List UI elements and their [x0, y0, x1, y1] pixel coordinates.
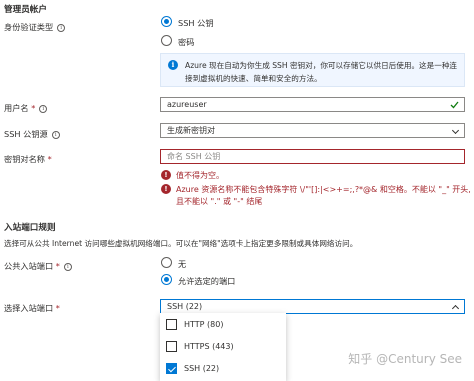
info-icon[interactable]: i [39, 104, 48, 113]
ports-dropdown-list: HTTP (80) HTTPS (443) SSH (22) [160, 313, 286, 381]
info-icon[interactable]: i [63, 262, 72, 271]
auth-type-label: 身份验证类型 i [4, 21, 66, 33]
ssh-key-source-value: 生成新密钥对 [167, 126, 215, 135]
error-message-empty: 值不得为空。 [176, 171, 224, 180]
ssh-key-source-label: SSH 公钥源 i [4, 128, 60, 140]
section-title-admin-account: 管理员帐户 [4, 5, 47, 15]
auth-type-label-text: 身份验证类型 [4, 22, 54, 32]
radio-button-icon[interactable] [161, 274, 172, 285]
required-asterisk: * [55, 261, 60, 271]
port-option-label: HTTPS (443) [184, 342, 234, 351]
info-message-line1: Azure 现在自动为你生成 SSH 密钥对，你可以存储它以供日后使用。这是一种… [185, 61, 458, 70]
username-input[interactable]: azureuser [160, 97, 465, 112]
username-value: azureuser [167, 100, 207, 109]
port-option-ssh[interactable]: SSH (22) [160, 358, 286, 381]
key-pair-name-label-text: 密钥对名称 [4, 154, 45, 164]
key-pair-name-placeholder: 命名 SSH 公钥 [167, 152, 221, 161]
info-message-box: i Azure 现在自动为你生成 SSH 密钥对，你可以存储它以供日后使用。这是… [160, 53, 465, 87]
checkbox-icon[interactable] [166, 319, 177, 330]
info-icon[interactable]: i [57, 23, 66, 32]
error-icon: ! [161, 170, 171, 180]
inbound-description: 选择可从公共 Internet 访问哪些虚拟机网络端口。可以在"网络"选项卡上指… [4, 239, 358, 248]
public-ports-label-text: 公共入站端口 [4, 261, 54, 271]
valid-check-icon [450, 101, 459, 109]
select-ports-label: 选择入站端口 * [4, 302, 60, 314]
radio-button-icon[interactable] [161, 35, 172, 46]
required-asterisk: * [47, 154, 52, 164]
info-filled-icon: i [168, 60, 178, 70]
chevron-down-icon [451, 126, 460, 135]
required-asterisk: * [55, 303, 60, 313]
radio-ssh-label: SSH 公钥 [178, 18, 214, 28]
port-option-https[interactable]: HTTPS (443) [160, 336, 286, 358]
radio-button-icon[interactable] [161, 16, 172, 27]
section-title-inbound-rules: 入站端口规则 [4, 223, 56, 233]
select-ports-value: SSH (22) [167, 302, 203, 311]
error-message-invalid-chars-cont: 且不能以 "." 或 "-" 结尾 [176, 197, 263, 206]
chevron-up-icon [451, 304, 460, 313]
checkbox-icon[interactable] [166, 341, 177, 352]
info-message-line2: 接到虚拟机的快速、简单和安全的方法。 [185, 74, 322, 83]
select-ports-label-text: 选择入站端口 [4, 303, 54, 313]
username-label-text: 用户名 [4, 103, 29, 113]
info-icon[interactable]: i [51, 130, 60, 139]
required-asterisk: * [31, 103, 36, 113]
watermark-text: 知乎 @Century See [348, 352, 462, 366]
checkbox-checked-icon[interactable] [166, 363, 177, 374]
public-ports-label: 公共入站端口 * i [4, 260, 72, 272]
key-pair-name-input[interactable]: 命名 SSH 公钥 [160, 149, 465, 164]
select-ports-dropdown[interactable]: SSH (22) [160, 299, 465, 314]
radio-password-label: 密码 [178, 37, 195, 47]
radio-none-label: 无 [178, 259, 187, 269]
key-pair-name-label: 密钥对名称 * [4, 153, 52, 165]
error-icon: ! [161, 184, 171, 194]
port-option-http[interactable]: HTTP (80) [160, 313, 286, 336]
ssh-key-source-label-text: SSH 公钥源 [4, 129, 48, 139]
error-message-invalid-chars: Azure 资源名称不能包含特殊字符 \/"'[]:|<>+=;,?*@& 和空… [176, 185, 471, 194]
ssh-key-source-select[interactable]: 生成新密钥对 [160, 123, 465, 138]
port-option-label: SSH (22) [184, 364, 220, 373]
port-option-label: HTTP (80) [184, 320, 224, 329]
username-label: 用户名 * i [4, 102, 48, 114]
radio-allow-selected-label: 允许选定的端口 [178, 276, 236, 286]
radio-button-icon[interactable] [161, 257, 172, 268]
